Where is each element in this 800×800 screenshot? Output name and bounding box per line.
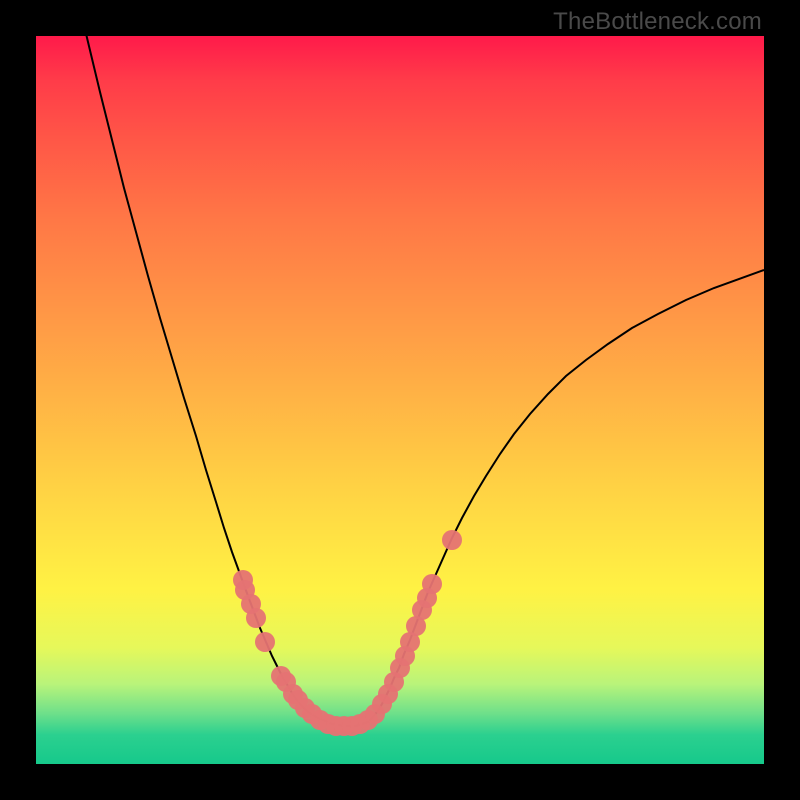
data-marker	[442, 530, 462, 550]
outer-frame: TheBottleneck.com	[0, 0, 800, 800]
chart-svg	[0, 0, 800, 800]
data-marker	[255, 632, 275, 652]
data-marker	[422, 574, 442, 594]
data-marker	[246, 608, 266, 628]
data-markers	[233, 530, 462, 736]
